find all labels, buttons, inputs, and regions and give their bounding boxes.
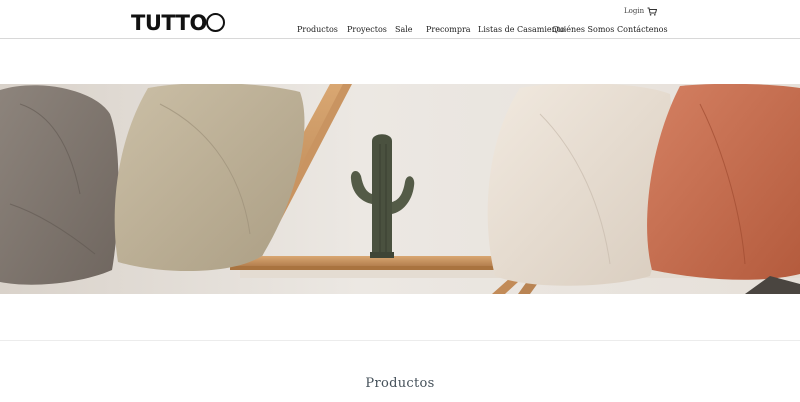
section-title-productos: Productos	[365, 376, 435, 391]
logo-text: TUTTO	[131, 11, 207, 35]
nav-item-productos[interactable]: Productos	[297, 24, 338, 36]
hero-banner	[0, 84, 800, 294]
cream-pillow	[487, 84, 672, 286]
logo-ring-icon	[205, 12, 225, 32]
hero-image	[0, 84, 800, 294]
nav-item-proyectos[interactable]: Proyectos	[347, 24, 387, 36]
nav-item-precompra[interactable]: Precompra	[426, 24, 471, 36]
grey-pillow	[0, 85, 119, 285]
cart-icon[interactable]	[647, 7, 657, 16]
terracotta-pillow	[647, 84, 800, 280]
nav-item-sale[interactable]: Sale	[395, 24, 413, 36]
nav-item-quienes-somos[interactable]: Quiénes Somos	[552, 24, 614, 36]
logo[interactable]: TUTTO	[131, 12, 225, 34]
site-header: TUTTO Login Productos Proyectos Sale Pre…	[0, 0, 800, 39]
section-divider	[0, 340, 800, 341]
nav-item-contactenos[interactable]: Contáctenos	[617, 24, 668, 36]
login-link[interactable]: Login	[624, 7, 644, 15]
